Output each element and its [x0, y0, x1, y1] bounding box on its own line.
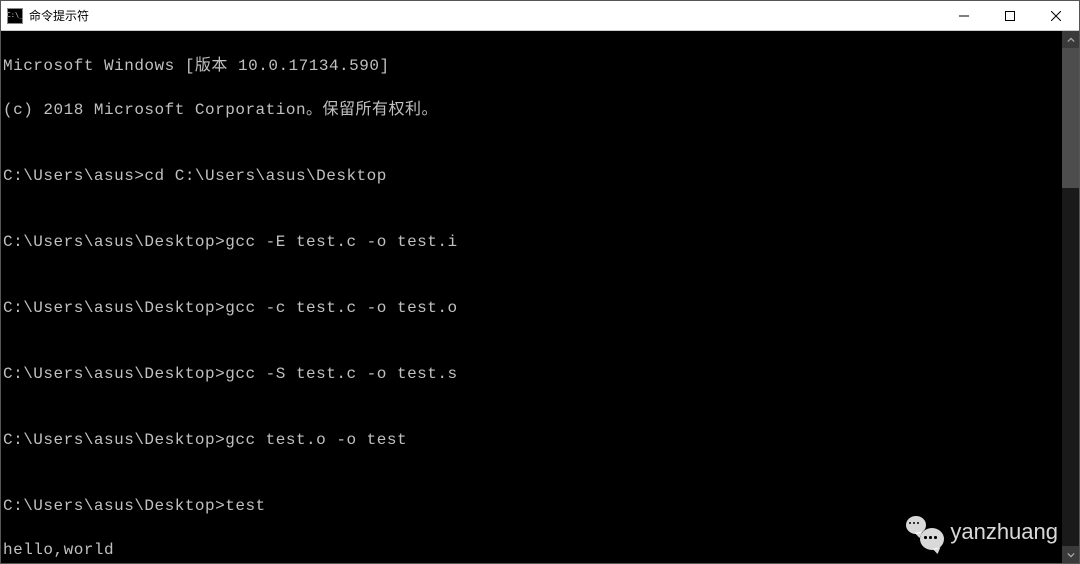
command: cd C:\Users\asus\Desktop	[144, 167, 386, 185]
window-title: 命令提示符	[29, 7, 89, 24]
terminal-line: Microsoft Windows [版本 10.0.17134.590]	[3, 55, 1062, 77]
terminal-line: (c) 2018 Microsoft Corporation。保留所有权利。	[3, 99, 1062, 121]
terminal-line: C:\Users\asus\Desktop>gcc test.o -o test	[3, 429, 1062, 451]
prompt: C:\Users\asus>	[3, 167, 144, 185]
prompt: C:\Users\asus\Desktop>	[3, 299, 225, 317]
titlebar[interactable]: C:\_ 命令提示符	[1, 1, 1079, 31]
command: gcc -c test.c -o test.o	[225, 299, 457, 317]
command: gcc -S test.c -o test.s	[225, 365, 457, 383]
terminal-line: C:\Users\asus>cd C:\Users\asus\Desktop	[3, 165, 1062, 187]
prompt: C:\Users\asus\Desktop>	[3, 233, 225, 251]
terminal-line: C:\Users\asus\Desktop>gcc -E test.c -o t…	[3, 231, 1062, 253]
terminal-line: C:\Users\asus\Desktop>test	[3, 495, 1062, 517]
prompt: C:\Users\asus\Desktop>	[3, 431, 225, 449]
vertical-scrollbar[interactable]	[1062, 31, 1079, 563]
scroll-down-button[interactable]	[1062, 546, 1079, 563]
command: test	[225, 497, 265, 515]
scroll-up-button[interactable]	[1062, 31, 1079, 48]
window-controls	[941, 1, 1079, 30]
minimize-button[interactable]	[941, 1, 987, 30]
terminal-viewport[interactable]: Microsoft Windows [版本 10.0.17134.590] (c…	[1, 31, 1062, 563]
maximize-button[interactable]	[987, 1, 1033, 30]
command: gcc -E test.c -o test.i	[225, 233, 457, 251]
terminal-line: C:\Users\asus\Desktop>gcc -S test.c -o t…	[3, 363, 1062, 385]
terminal-line: C:\Users\asus\Desktop>gcc -c test.c -o t…	[3, 297, 1062, 319]
scroll-track[interactable]	[1062, 48, 1079, 546]
client-area: Microsoft Windows [版本 10.0.17134.590] (c…	[1, 31, 1079, 563]
cmd-app-icon: C:\_	[7, 8, 23, 24]
close-button[interactable]	[1033, 1, 1079, 30]
scroll-thumb[interactable]	[1062, 48, 1079, 188]
terminal-output: hello,world	[3, 539, 1062, 561]
cmd-window: C:\_ 命令提示符 Microsoft Windows [版本 10.0.17…	[0, 0, 1080, 564]
prompt: C:\Users\asus\Desktop>	[3, 497, 225, 515]
command: gcc test.o -o test	[225, 431, 407, 449]
prompt: C:\Users\asus\Desktop>	[3, 365, 225, 383]
